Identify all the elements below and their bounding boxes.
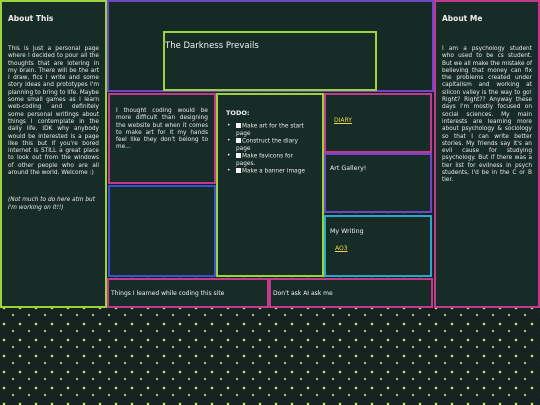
diary-panel: DIARY	[324, 93, 432, 153]
learned-panel: Things I learned while coding this site	[107, 278, 269, 308]
about-this-note: (Not much to do here atm but I'm working…	[8, 197, 95, 211]
empty-panel	[108, 185, 216, 277]
learned-label[interactable]: Things I learned while coding this site	[111, 290, 267, 297]
todo-title: TODO:	[226, 109, 250, 117]
todo-item: Make art for the start page	[227, 123, 314, 138]
about-me-panel: About Me I am a psychology student who u…	[434, 0, 540, 308]
ask-label[interactable]: Don't ask AI ask me	[273, 290, 431, 297]
my-writing-panel: My Writing AO3	[324, 215, 432, 277]
checkbox-icon[interactable]	[236, 123, 241, 128]
my-writing-title: My Writing	[330, 228, 364, 235]
diary-link[interactable]: DIARY	[334, 117, 352, 124]
todo-list: Make art for the start page Construct th…	[226, 123, 314, 175]
ask-panel: Don't ask AI ask me	[269, 278, 433, 308]
checkbox-icon[interactable]	[236, 152, 241, 158]
about-this-panel: About This This is just a personal page …	[0, 0, 107, 308]
todo-item: Construct the diary page	[227, 137, 314, 153]
about-this-body: This is just a personal page where I dec…	[8, 46, 99, 177]
site-title-box: The Darkness Prevails	[163, 31, 377, 91]
checkbox-icon[interactable]	[236, 167, 241, 173]
art-gallery-panel: Art Gallery!	[324, 153, 432, 213]
thought-panel: I thought coding would be more difficult…	[108, 93, 216, 184]
thought-body: I thought coding would be more difficult…	[116, 108, 208, 151]
todo-item-label: Make art for the start page	[236, 123, 304, 137]
todo-item: Make favicons for pages.	[227, 152, 314, 168]
todo-item-label: Make a banner image	[242, 168, 305, 175]
ao3-link[interactable]: AO3	[335, 245, 348, 252]
checkbox-icon[interactable]	[236, 137, 241, 143]
todo-item-label: Make favicons for pages.	[236, 153, 293, 167]
about-this-title: About This	[8, 14, 54, 23]
about-me-title: About Me	[442, 14, 483, 23]
todo-item-label: Construct the diary page	[236, 138, 298, 152]
todo-panel: TODO: Make art for the start page Constr…	[216, 93, 324, 277]
about-me-body: I am a psychology student who used to be…	[442, 46, 532, 184]
art-gallery-label[interactable]: Art Gallery!	[330, 165, 426, 172]
site-title: The Darkness Prevails	[165, 41, 259, 51]
todo-item: Make a banner image	[227, 167, 314, 176]
